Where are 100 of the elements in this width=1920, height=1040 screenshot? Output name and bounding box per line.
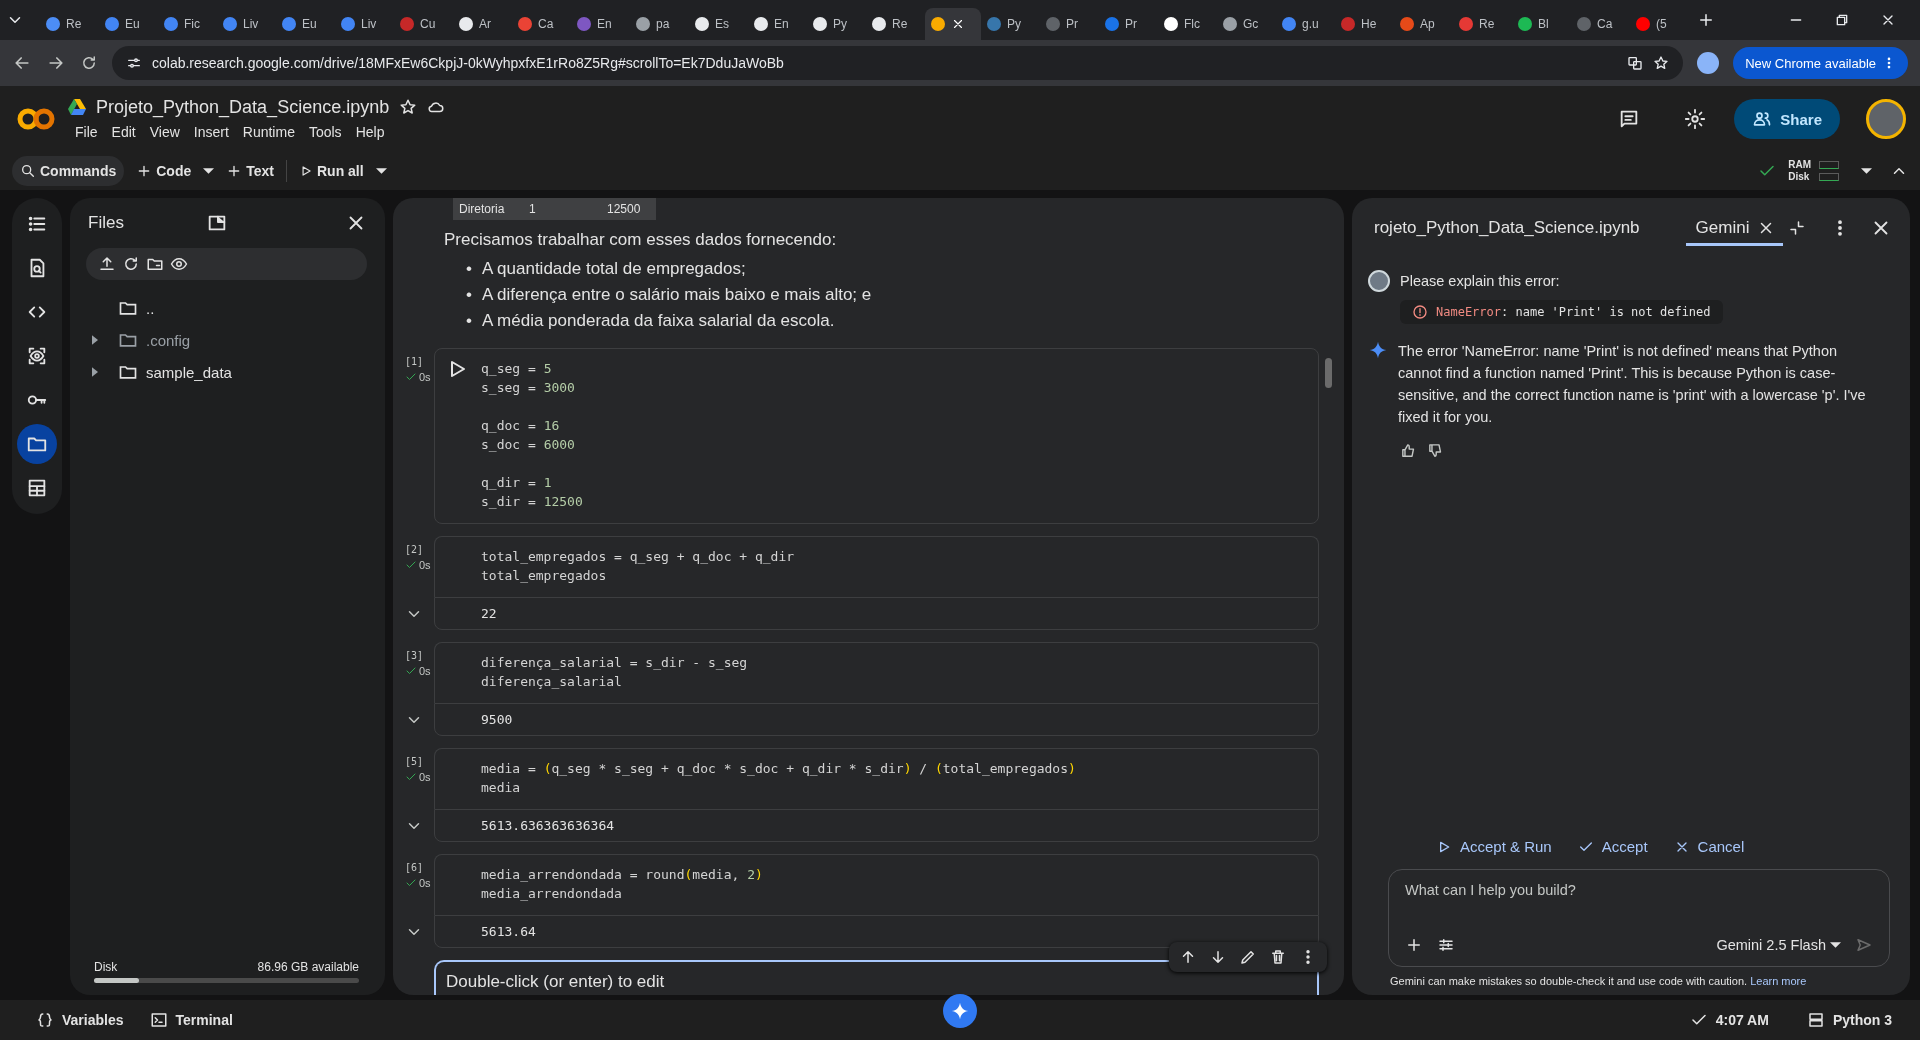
- caret-icon[interactable]: [203, 168, 215, 174]
- code-cell[interactable]: total_empregados = q_seg + q_doc + q_dir total_empregados: [434, 536, 1319, 597]
- star-icon[interactable]: [399, 98, 418, 116]
- account-avatar[interactable]: [1866, 99, 1906, 139]
- settings-icon[interactable]: [1684, 108, 1707, 130]
- menu-item[interactable]: Tools: [301, 121, 349, 142]
- code-cell[interactable]: media_arrendondada = round(media, 2) media_arrendondada: [434, 854, 1319, 915]
- share-button[interactable]: Share: [1734, 99, 1840, 139]
- browser-tab[interactable]: Gc: [1217, 8, 1276, 40]
- file-tree-item[interactable]: sample_data: [92, 356, 367, 388]
- assistant-message: The error 'NameError: name 'Print' is not defined' means that Python cannot find a function named 'Print'. This is because Python is case-sensitive, and the correct function name is 'print' with a lowercase 'p'. I've fixed it for you.: [1398, 342, 1867, 427]
- collapse-icon[interactable]: [1788, 219, 1806, 237]
- refresh-icon[interactable]: [122, 255, 140, 273]
- variables-button[interactable]: Variables: [26, 1011, 134, 1029]
- add-icon[interactable]: [1405, 936, 1423, 954]
- file-tree-item[interactable]: ..: [92, 292, 367, 324]
- browser-tab[interactable]: Cu: [394, 8, 453, 40]
- run-all-button[interactable]: Run all: [291, 156, 372, 186]
- close-icon[interactable]: [951, 17, 965, 31]
- browser-tab[interactable]: Re: [40, 8, 99, 40]
- menu-item[interactable]: Insert: [186, 121, 236, 142]
- code-cell[interactable]: q_seg = 5 s_seg = 3000 q_doc = 16 s_doc = 6000 q_dir = 1 s_dir = 12500: [434, 348, 1319, 524]
- browser-tab[interactable]: Pr: [1040, 8, 1099, 40]
- browser-tab[interactable]: [925, 8, 981, 40]
- thumbs-up-icon[interactable]: [1400, 442, 1417, 459]
- send-icon[interactable]: [1855, 936, 1873, 954]
- action-button[interactable]: Accept: [1577, 838, 1648, 855]
- browser-tab[interactable]: Pr: [1099, 8, 1158, 40]
- runtime-button[interactable]: Python 3: [1796, 1011, 1902, 1029]
- address-bar[interactable]: colab.research.google.com/drive/18MFxEw6CkpjJ-0kWyhpxfxE1rRo8Z5Rg#scrollTo=Ek7DduJaWoBb: [112, 46, 1684, 80]
- update-button[interactable]: New Chrome available: [1733, 47, 1908, 79]
- reload-icon[interactable]: [80, 54, 98, 72]
- new-tab-icon[interactable]: [1697, 11, 1715, 29]
- browser-tab[interactable]: Eu: [276, 8, 335, 40]
- file-tree-item[interactable]: .config: [92, 324, 367, 356]
- menu-item[interactable]: Help: [348, 121, 392, 142]
- browser-tab[interactable]: Eu: [99, 8, 158, 40]
- browser-tab[interactable]: pa: [630, 8, 689, 40]
- code-cell[interactable]: diferença_salarial = s_dir - s_seg diferença_salarial: [434, 642, 1319, 703]
- browser-tab[interactable]: Fic: [158, 8, 217, 40]
- braces-icon: [36, 1011, 54, 1029]
- bookmark-star-icon[interactable]: [1653, 55, 1670, 71]
- browser-tab[interactable]: Liv: [335, 8, 394, 40]
- add-text-button[interactable]: Text: [218, 156, 282, 186]
- upload-icon[interactable]: [98, 255, 116, 273]
- execution-count: [6]: [405, 862, 425, 873]
- notebook-title[interactable]: Projeto_Python_Data_Science.ipynb: [96, 96, 390, 118]
- restore-icon[interactable]: [1834, 12, 1850, 28]
- browser-tab[interactable]: Flc: [1158, 8, 1217, 40]
- browser-tab[interactable]: g.u: [1276, 8, 1335, 40]
- terminal-button[interactable]: Terminal: [139, 1011, 243, 1029]
- menu-item[interactable]: Runtime: [235, 121, 302, 142]
- menu-item[interactable]: Edit: [104, 121, 143, 142]
- browser-tab[interactable]: Py: [807, 8, 866, 40]
- colab-logo[interactable]: [16, 106, 56, 132]
- terminal-icon: [149, 1011, 168, 1029]
- delete-icon[interactable]: [1269, 948, 1287, 966]
- browser-tab[interactable]: Re: [1453, 8, 1512, 40]
- browser-tab[interactable]: Py: [981, 8, 1040, 40]
- panel-tab[interactable]: rojeto_Python_Data_Science.ipynb: [1368, 210, 1646, 246]
- expand-arrow-icon[interactable]: [92, 367, 98, 377]
- browser-tab[interactable]: Ca: [512, 8, 571, 40]
- browser-tab[interactable]: Es: [689, 8, 748, 40]
- panel-tab[interactable]: Gemini: [1685, 210, 1784, 246]
- edit-icon[interactable]: [1239, 948, 1257, 966]
- add-code-button[interactable]: Code: [128, 156, 200, 186]
- browser-tab[interactable]: Re: [866, 8, 925, 40]
- eye-icon[interactable]: [170, 255, 188, 273]
- browser-tab[interactable]: (5: [1630, 8, 1689, 40]
- tune-icon[interactable]: [1437, 936, 1455, 954]
- action-button[interactable]: Accept & Run: [1436, 838, 1552, 855]
- runtime-status[interactable]: 4:07 AM: [1679, 1011, 1779, 1029]
- model-selector[interactable]: Gemini 2.5 Flash: [1716, 937, 1841, 953]
- gemini-button[interactable]: [943, 994, 977, 1028]
- browser-tab[interactable]: He: [1335, 8, 1394, 40]
- translate-icon[interactable]: [1627, 55, 1644, 71]
- drive-icon[interactable]: [68, 99, 86, 115]
- browser-tab[interactable]: Ar: [453, 8, 512, 40]
- learn-more-link[interactable]: Learn more: [1750, 975, 1807, 987]
- scrollbar-thumb[interactable]: [1325, 358, 1332, 388]
- browser-tab[interactable]: Liv: [217, 8, 276, 40]
- menu-item[interactable]: File: [68, 121, 105, 142]
- action-button[interactable]: Cancel: [1673, 838, 1745, 855]
- thumbs-down-icon[interactable]: [1427, 442, 1444, 459]
- folder-icon[interactable]: [17, 424, 57, 464]
- expand-arrow-icon[interactable]: [92, 335, 98, 345]
- menu-item[interactable]: View: [142, 121, 187, 142]
- browser-tab[interactable]: Ca: [1571, 8, 1630, 40]
- browser-tab[interactable]: En: [748, 8, 807, 40]
- profile-avatar[interactable]: [1697, 52, 1720, 74]
- bullet-marker: •: [466, 310, 472, 332]
- browser-tab[interactable]: Ap: [1394, 8, 1453, 40]
- code-cell[interactable]: media = (q_seg * s_seg + q_doc * s_doc + q_dir * s_dir) / (total_empregados) media: [434, 748, 1319, 809]
- resource-meter-icon[interactable]: [1819, 161, 1839, 181]
- caret-icon[interactable]: [1861, 168, 1872, 174]
- caret-icon[interactable]: [375, 168, 387, 174]
- browser-tab[interactable]: Bl: [1512, 8, 1571, 40]
- browser-tab[interactable]: En: [571, 8, 630, 40]
- prompt-field[interactable]: What can I help you build? Gemini 2.5 Flash: [1388, 869, 1890, 967]
- commands-button[interactable]: Commands: [12, 156, 125, 186]
